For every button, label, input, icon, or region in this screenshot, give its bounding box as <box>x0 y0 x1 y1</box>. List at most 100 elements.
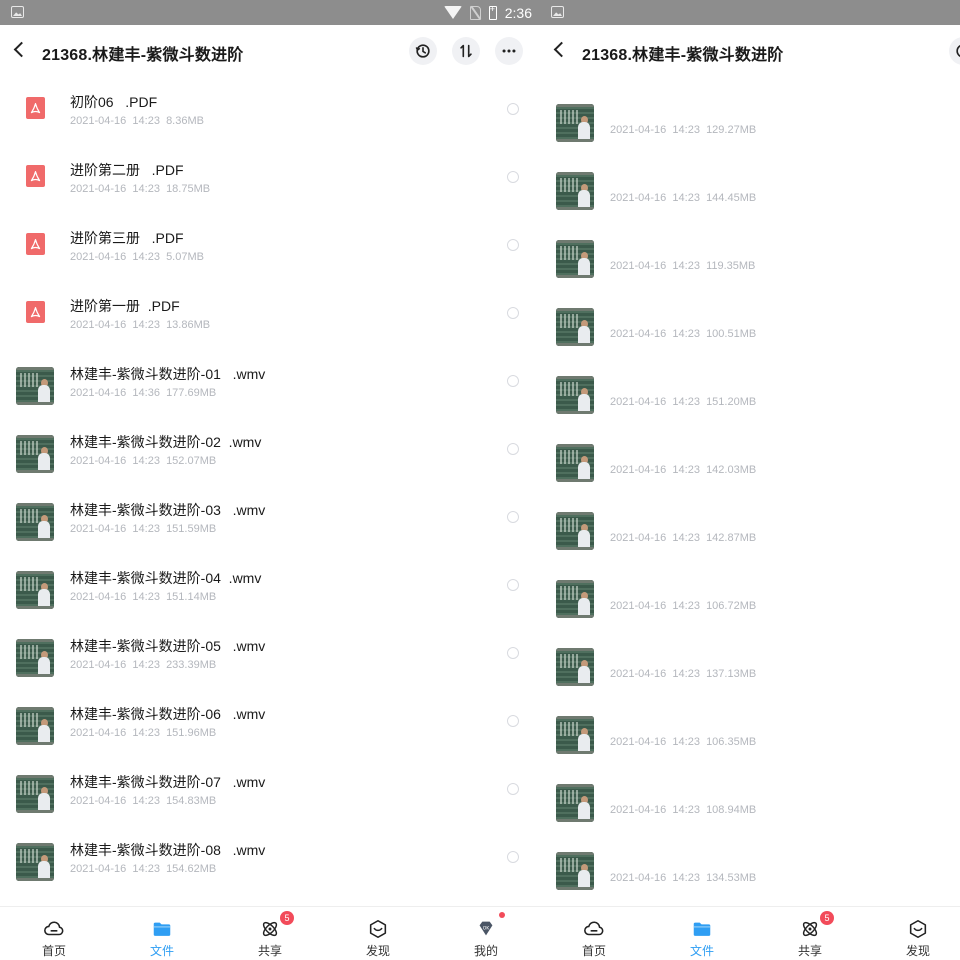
file-size: 142.03MB <box>706 464 757 476</box>
video-thumbnail <box>556 852 594 890</box>
file-name: 林建丰-紫微斗数进阶-03 .wmv <box>70 502 266 518</box>
recent-history-button[interactable] <box>409 37 437 65</box>
tab-1[interactable]: 文件 <box>132 907 192 960</box>
select-radio[interactable] <box>507 307 519 319</box>
profile-gem-icon: OK <box>475 918 497 940</box>
file-time: 14:23 <box>672 260 700 272</box>
file-meta: 2021-04-16 14:23 18.75MB <box>70 183 210 195</box>
file-row[interactable]: 林建丰-紫微斗数进阶-04 .wmv 2021-04-16 14:23 151.1… <box>0 555 540 623</box>
select-radio[interactable] <box>507 375 519 387</box>
share-count-badge: 5 <box>820 911 834 925</box>
right-phone-screen: 21368.林建丰-紫微斗数进阶 林建丰-紫微斗数进阶-09 .wmv2021-… <box>540 0 960 960</box>
bottom-tab-bar: 首页 文件 共享 5 发现 OK 我的 <box>0 906 540 960</box>
status-time: 2:36 <box>504 4 532 21</box>
tab-3[interactable]: 发现 <box>348 907 408 960</box>
file-row[interactable]: 林建丰-紫微斗数进阶-17 .wmv2021-04-16 14:23 137.1… <box>540 632 960 700</box>
select-radio[interactable] <box>507 851 519 863</box>
video-thumbnail <box>556 784 594 822</box>
select-radio[interactable] <box>507 579 519 591</box>
tab-0[interactable]: 首页 <box>24 907 84 960</box>
file-row[interactable]: 进阶第一册 .PDF 2021-04-16 14:23 13.86MB <box>0 283 540 351</box>
file-meta: 2021-04-16 14:23 151.20MB <box>610 396 756 408</box>
tab-label: 文件 <box>149 944 174 958</box>
back-arrow-icon[interactable] <box>553 41 570 58</box>
file-date: 2021-04-16 <box>70 319 127 331</box>
file-meta: 2021-04-16 14:23 154.83MB <box>70 795 216 807</box>
file-date: 2021-04-16 <box>610 124 667 136</box>
recent-history-button[interactable] <box>949 37 960 65</box>
file-row[interactable]: 林建丰-紫微斗数进阶-16 .wmv2021-04-16 14:23 106.7… <box>540 564 960 632</box>
video-thumbnail <box>556 104 594 142</box>
file-meta: 2021-04-16 14:23 142.03MB <box>610 464 756 476</box>
more-options-button[interactable] <box>495 37 523 65</box>
back-arrow-icon[interactable] <box>13 41 30 58</box>
select-radio[interactable] <box>507 239 519 251</box>
file-meta: 2021-04-16 14:23 137.13MB <box>610 668 756 680</box>
file-size: 100.51MB <box>706 328 757 340</box>
file-row[interactable]: 林建丰-紫微斗数进阶-18 .wmv2021-04-16 14:23 106.3… <box>540 700 960 768</box>
file-row[interactable]: 林建丰-紫微斗数进阶-12 .wmv2021-04-16 14:23 100.5… <box>540 292 960 360</box>
file-row[interactable]: 林建丰-紫微斗数进阶-03 .wmv 2021-04-16 14:23 151.5… <box>0 487 540 555</box>
file-size: 129.27MB <box>706 124 757 136</box>
gallery-notification-icon <box>11 6 24 18</box>
file-row[interactable]: 初阶06 .PDF 2021-04-16 14:23 8.36MB <box>0 79 540 147</box>
folder-icon <box>151 918 173 940</box>
sort-button[interactable] <box>452 37 480 65</box>
file-meta: 2021-04-16 14:23 100.51MB <box>610 328 756 340</box>
file-date: 2021-04-16 <box>610 872 667 884</box>
file-row[interactable]: 林建丰-紫微斗数进阶-05 .wmv 2021-04-16 14:23 233.3… <box>0 623 540 691</box>
file-row[interactable]: 林建丰-紫微斗数进阶-02 .wmv 2021-04-16 14:23 152.0… <box>0 419 540 487</box>
file-row[interactable]: 林建丰-紫微斗数进阶-13 .wmv2021-04-16 14:23 151.2… <box>540 360 960 428</box>
tab-1[interactable]: 文件 <box>672 907 732 960</box>
video-thumbnail <box>556 444 594 482</box>
file-size: 233.39MB <box>166 659 217 671</box>
tab-0[interactable]: 首页 <box>564 907 624 960</box>
file-date: 2021-04-16 <box>70 727 127 739</box>
select-radio[interactable] <box>507 443 519 455</box>
file-size: 154.83MB <box>166 795 217 807</box>
file-row[interactable]: 林建丰-紫微斗数进阶-10 .wmv2021-04-16 14:23 144.4… <box>540 156 960 224</box>
file-row[interactable]: 林建丰-紫微斗数进阶-14 .wmv2021-04-16 14:23 142.0… <box>540 428 960 496</box>
file-size: 137.13MB <box>706 668 757 680</box>
file-size: 108.94MB <box>706 804 757 816</box>
file-name: 林建丰-紫微斗数进阶-08 .wmv <box>70 842 266 858</box>
folder-title: 21368.林建丰-紫微斗数进阶 <box>582 47 784 64</box>
select-radio[interactable] <box>507 511 519 523</box>
file-row[interactable]: 林建丰-紫微斗数进阶-20 .wmv2021-04-16 14:23 134.5… <box>540 836 960 904</box>
status-bar <box>540 0 960 25</box>
select-radio[interactable] <box>507 103 519 115</box>
file-date: 2021-04-16 <box>610 600 667 612</box>
wifi-icon <box>443 6 462 19</box>
select-radio[interactable] <box>507 715 519 727</box>
video-thumbnail <box>16 707 54 745</box>
select-radio[interactable] <box>507 647 519 659</box>
file-row[interactable]: 林建丰-紫微斗数进阶-07 .wmv 2021-04-16 14:23 154.8… <box>0 759 540 827</box>
file-row[interactable]: 林建丰-紫微斗数进阶-01 .wmv 2021-04-16 14:36 177.6… <box>0 351 540 419</box>
video-thumbnail <box>556 580 594 618</box>
file-row[interactable]: 林建丰-紫微斗数进阶-08 .wmv 2021-04-16 14:23 154.6… <box>0 827 540 895</box>
tab-4[interactable]: OK 我的 <box>456 907 516 960</box>
file-row[interactable]: 进阶第二册 .PDF 2021-04-16 14:23 18.75MB <box>0 147 540 215</box>
file-name: 初阶06 .PDF <box>70 94 158 110</box>
select-radio[interactable] <box>507 783 519 795</box>
file-date: 2021-04-16 <box>70 795 127 807</box>
tab-label: 发现 <box>365 944 390 958</box>
file-row[interactable]: 林建丰-紫微斗数进阶-15 .wmv2021-04-16 14:23 142.8… <box>540 496 960 564</box>
tab-3[interactable]: 发现 <box>888 907 948 960</box>
file-row[interactable]: 林建丰-紫微斗数进阶-19 .wmv2021-04-16 14:23 108.9… <box>540 768 960 836</box>
status-bar: 2:36 <box>0 0 540 25</box>
file-row[interactable]: 林建丰-紫微斗数进阶-06 .wmv 2021-04-16 14:23 151.9… <box>0 691 540 759</box>
file-time: 14:23 <box>672 396 700 408</box>
select-radio[interactable] <box>507 171 519 183</box>
tab-2[interactable]: 共享 5 <box>780 907 840 960</box>
file-time: 14:23 <box>672 736 700 748</box>
tab-2[interactable]: 共享 5 <box>240 907 300 960</box>
file-row[interactable]: 林建丰-紫微斗数进阶-09 .wmv2021-04-16 14:23 129.2… <box>540 88 960 156</box>
file-size: 177.69MB <box>166 387 217 399</box>
video-thumbnail <box>16 367 54 405</box>
file-time: 14:23 <box>672 192 700 204</box>
file-size: 134.53MB <box>706 872 757 884</box>
discover-box-icon <box>907 918 929 940</box>
file-row[interactable]: 林建丰-紫微斗数进阶-11 .wmv2021-04-16 14:23 119.3… <box>540 224 960 292</box>
file-row[interactable]: 进阶第三册 .PDF 2021-04-16 14:23 5.07MB <box>0 215 540 283</box>
